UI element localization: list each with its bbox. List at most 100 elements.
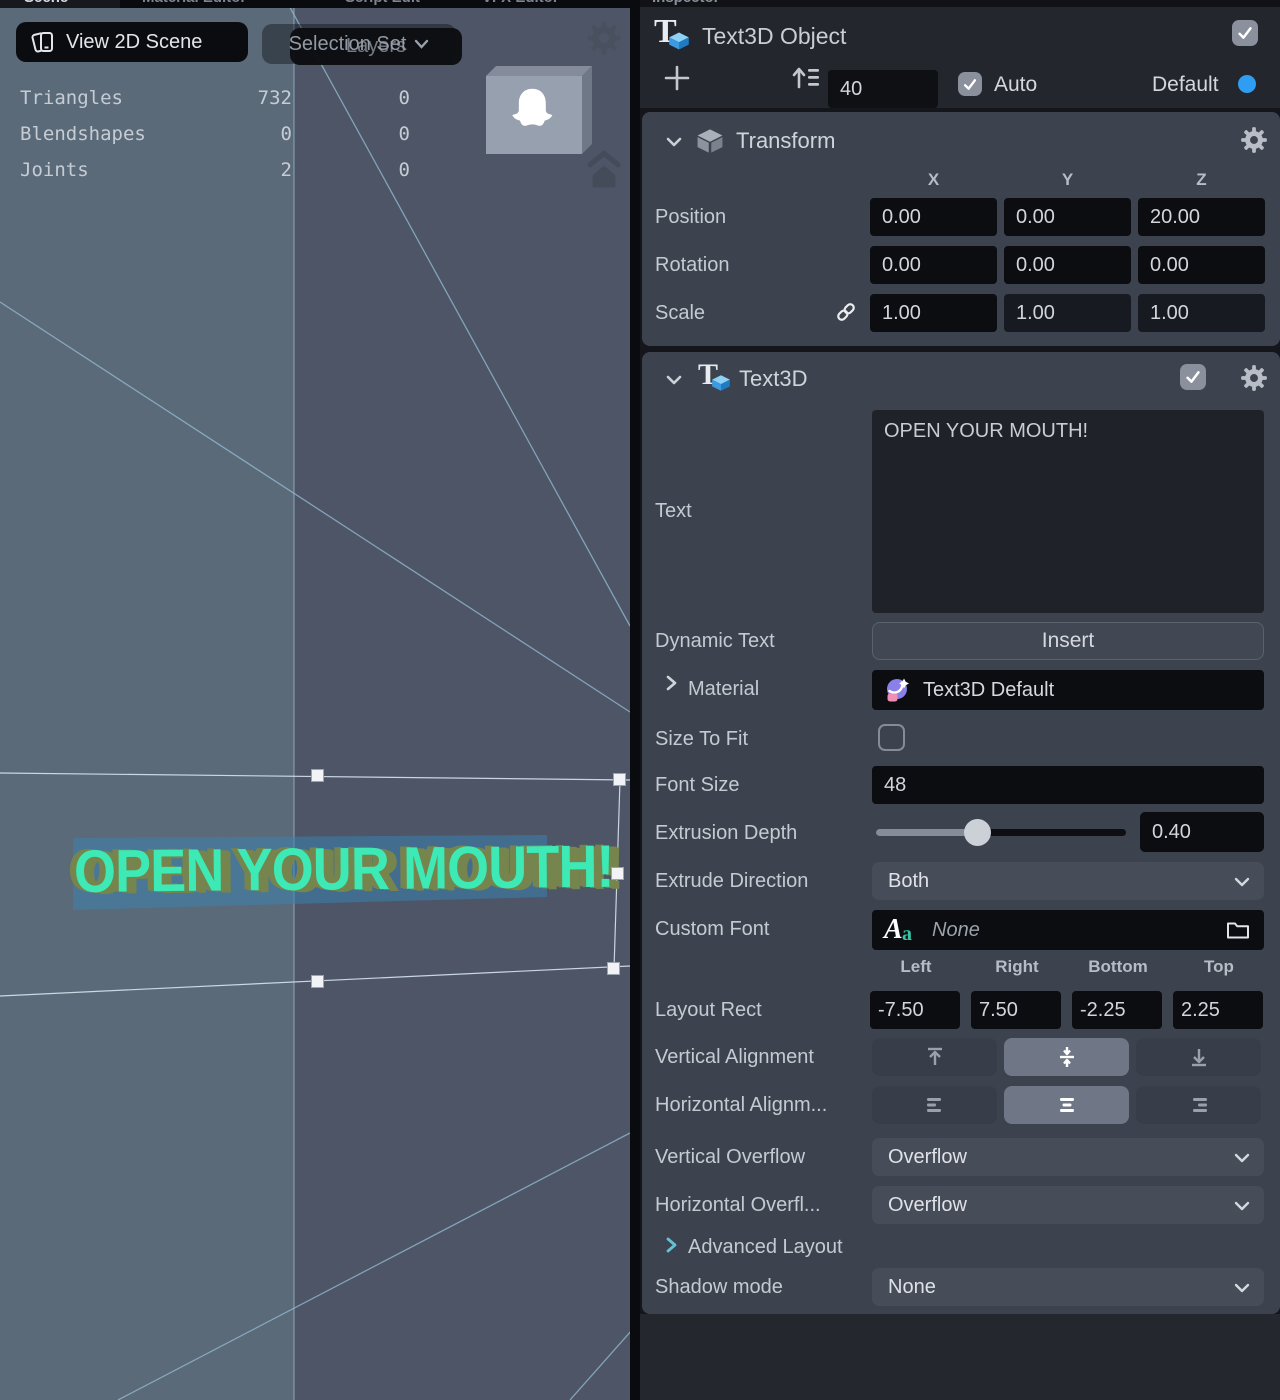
extrusion-depth-slider-knob[interactable] xyxy=(964,819,991,846)
material-value: Text3D Default xyxy=(923,679,1054,702)
stat-value-2: 0 xyxy=(300,123,410,145)
stat-value-2: 0 xyxy=(300,87,410,109)
extrusion-depth-input[interactable]: 0.40 xyxy=(1140,812,1264,852)
extrusion-depth-slider[interactable] xyxy=(876,829,1126,836)
layer-name-label: Default xyxy=(1152,73,1219,97)
stat-value: 732 xyxy=(180,87,292,109)
material-expand-chevron-icon[interactable] xyxy=(664,674,680,692)
selection-handle-mid-right[interactable] xyxy=(611,867,624,880)
text3d-settings-gear-icon[interactable] xyxy=(1240,364,1268,392)
advanced-layout-expand-chevron-icon[interactable] xyxy=(664,1236,680,1254)
stat-label: Triangles xyxy=(20,87,123,109)
render-order-input[interactable]: 40 xyxy=(828,70,938,108)
camera-home-icon[interactable] xyxy=(583,149,625,191)
tab-scene[interactable]: Scene xyxy=(24,0,68,6)
align-right-button[interactable] xyxy=(1136,1086,1261,1124)
layer-color-dot[interactable] xyxy=(1238,75,1256,93)
horizontal-alignment-label: Horizontal Alignm... xyxy=(655,1094,827,1117)
rotation-y-input[interactable]: 0.00 xyxy=(1004,246,1131,284)
stat-row-triangles: Triangles 732 0 xyxy=(20,87,400,113)
view-2d-scene-button[interactable]: View 2D Scene xyxy=(16,22,248,62)
shadow-mode-value: None xyxy=(888,1276,936,1299)
chevron-down-icon xyxy=(1234,1201,1250,1211)
snapchat-ghost-cube xyxy=(478,64,600,164)
insert-button[interactable]: Insert xyxy=(872,622,1264,660)
text3d-title: Text3D xyxy=(739,366,807,392)
rect-bottom-input[interactable]: -2.25 xyxy=(1072,991,1162,1029)
view-2d-scene-label: View 2D Scene xyxy=(66,31,202,54)
transform-settings-gear-icon[interactable] xyxy=(1240,126,1268,154)
scale-link-icon[interactable] xyxy=(834,300,858,324)
material-field[interactable]: Text3D Default xyxy=(872,670,1264,710)
advanced-layout-label[interactable]: Advanced Layout xyxy=(688,1236,843,1259)
align-bottom-button[interactable] xyxy=(1136,1038,1261,1076)
tab-inspector[interactable]: Inspector xyxy=(652,0,720,6)
inspector-tab-bar: Inspector xyxy=(640,0,1280,7)
rect-right-input[interactable]: 7.50 xyxy=(971,991,1061,1029)
phone-icon xyxy=(30,29,56,55)
lens-studio-app: Scene Material Editor Script Edit VFX Ed… xyxy=(0,0,1280,1400)
chevron-down-icon xyxy=(1234,877,1250,887)
panel-footer: Add Component xyxy=(640,1314,1280,1400)
scale-x-input[interactable]: 1.00 xyxy=(870,294,997,332)
render-order-icon[interactable] xyxy=(792,65,820,91)
selection-handle-bottom-right[interactable] xyxy=(607,962,620,975)
scale-z-input[interactable]: 1.00 xyxy=(1138,294,1265,332)
text-input[interactable]: OPEN YOUR MOUTH! xyxy=(872,410,1264,613)
vertical-overflow-dropdown[interactable]: Overflow xyxy=(872,1138,1264,1176)
collapse-chevron-icon[interactable] xyxy=(664,370,684,390)
selection-set-button[interactable]: Selection Set xyxy=(262,24,456,64)
tab-material-editor[interactable]: Material Editor xyxy=(142,0,246,6)
horizontal-overflow-dropdown[interactable]: Overflow xyxy=(872,1186,1264,1224)
selection-handle-top-center[interactable] xyxy=(311,769,324,782)
position-z-input[interactable]: 20.00 xyxy=(1138,198,1265,236)
stat-value: 2 xyxy=(180,159,292,181)
scale-y-input[interactable]: 1.00 xyxy=(1004,294,1131,332)
add-icon[interactable] xyxy=(664,65,690,91)
align-top-button[interactable] xyxy=(872,1038,997,1076)
rect-left-input[interactable]: -7.50 xyxy=(870,991,960,1029)
folder-icon[interactable] xyxy=(1226,920,1250,940)
font-size-input[interactable]: 48 xyxy=(872,766,1264,804)
axis-z-label: Z xyxy=(1138,170,1265,190)
text3d-enabled-checkbox[interactable] xyxy=(1180,364,1206,390)
shadow-mode-dropdown[interactable]: None xyxy=(872,1268,1264,1306)
stat-label: Blendshapes xyxy=(20,123,146,145)
align-middle-button[interactable] xyxy=(1004,1038,1129,1076)
vertical-alignment-group xyxy=(872,1038,1261,1076)
stat-row-blendshapes: Blendshapes 0 0 xyxy=(20,123,400,149)
rotation-label: Rotation xyxy=(655,254,730,277)
position-x-input[interactable]: 0.00 xyxy=(870,198,997,236)
object-enabled-checkbox[interactable] xyxy=(1232,20,1258,46)
scene-3d-text[interactable]: OPEN YOUR MOUTH! xyxy=(74,837,614,902)
transform-title: Transform xyxy=(736,128,835,154)
tab-script-edit[interactable]: Script Edit xyxy=(345,0,420,6)
custom-font-field[interactable]: A a None xyxy=(872,910,1264,950)
extrude-direction-dropdown[interactable]: Both xyxy=(872,862,1264,900)
auto-checkbox[interactable] xyxy=(958,72,982,96)
rect-top-input[interactable]: 2.25 xyxy=(1173,991,1263,1029)
layout-rect-label: Layout Rect xyxy=(655,999,762,1022)
position-y-input[interactable]: 0.00 xyxy=(1004,198,1131,236)
stat-value-2: 0 xyxy=(300,159,410,181)
custom-font-label: Custom Font xyxy=(655,918,769,941)
selection-handle-bottom-center[interactable] xyxy=(311,975,324,988)
horizontal-overflow-label: Horizontal Overfl... xyxy=(655,1194,821,1217)
align-center-button[interactable] xyxy=(1004,1086,1129,1124)
scene-viewport[interactable]: OPEN YOUR MOUTH! View 2D Scene Layers Se… xyxy=(0,8,630,1400)
extrude-direction-value: Both xyxy=(888,870,929,893)
selection-handle-top-right[interactable] xyxy=(613,773,626,786)
shadow-mode-label: Shadow mode xyxy=(655,1276,783,1299)
font-icon: A a xyxy=(884,915,920,945)
align-left-button[interactable] xyxy=(872,1086,997,1124)
scale-label: Scale xyxy=(655,302,705,325)
stat-label: Joints xyxy=(20,159,89,181)
size-to-fit-checkbox[interactable] xyxy=(878,724,905,751)
rotation-x-input[interactable]: 0.00 xyxy=(870,246,997,284)
collapse-chevron-icon[interactable] xyxy=(664,132,684,152)
scene-settings-gear-icon[interactable] xyxy=(586,20,622,56)
chevron-down-icon xyxy=(414,39,429,49)
tab-vfx-editor[interactable]: VFX Editor xyxy=(482,0,559,6)
horizontal-overflow-value: Overflow xyxy=(888,1194,967,1217)
rotation-z-input[interactable]: 0.00 xyxy=(1138,246,1265,284)
